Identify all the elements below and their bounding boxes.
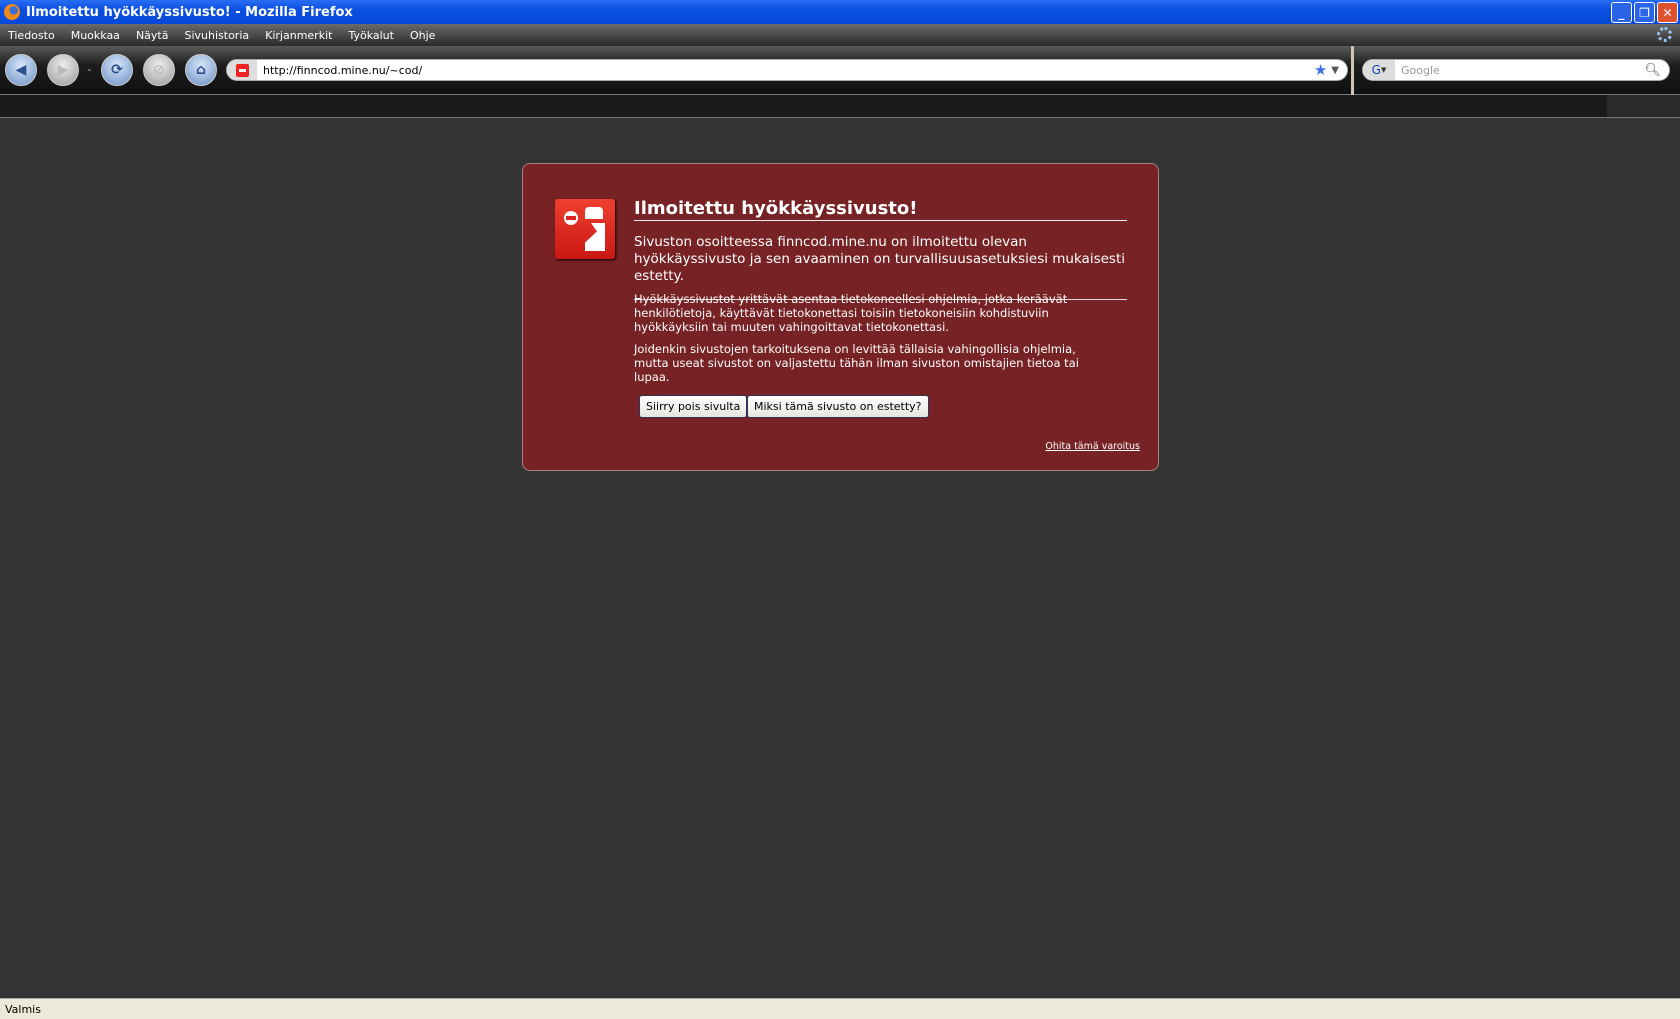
search-input[interactable]: Google: [1401, 64, 1644, 77]
url-bar[interactable]: http://finncod.mine.nu/~cod/ ★ ▼: [226, 59, 1348, 81]
toolbar-splitter[interactable]: [1351, 46, 1354, 95]
minimize-button[interactable]: _: [1611, 2, 1632, 23]
site-identity-icon[interactable]: [227, 60, 257, 80]
blocked-site-icon: [555, 199, 615, 259]
warning-title: Ilmoitettu hyökkäyssivusto!: [634, 198, 1127, 221]
menu-bookmarks[interactable]: Kirjanmerkit: [265, 29, 332, 42]
firefox-icon: [4, 4, 20, 20]
menu-tools[interactable]: Työkalut: [348, 29, 394, 42]
warning-paragraph-2: Joidenkin sivustojen tarkoituksena on le…: [634, 342, 1079, 384]
attack-site-warning: Ilmoitettu hyökkäyssivusto! Sivuston oso…: [522, 163, 1159, 471]
stop-button[interactable]: ⊘: [143, 54, 175, 86]
why-blocked-button[interactable]: Miksi tämä sivusto on estetty?: [747, 395, 929, 418]
home-button[interactable]: ⌂: [185, 54, 217, 86]
status-bar: Valmis: [0, 998, 1680, 1019]
status-text: Valmis: [5, 1003, 41, 1016]
forward-button[interactable]: ▶: [47, 54, 79, 86]
title-bar: Ilmoitettu hyökkäyssivusto! - Mozilla Fi…: [0, 0, 1680, 24]
warning-paragraph-1: Hyökkäyssivustot yrittävät asentaa tieto…: [634, 292, 1068, 334]
menu-file[interactable]: Tiedosto: [8, 29, 55, 42]
history-dropdown-icon[interactable]: ⌄: [86, 64, 93, 73]
search-bar[interactable]: G ▼ Google 🔍︎: [1362, 59, 1670, 81]
ignore-warning-link[interactable]: Ohita tämä varoitus: [1045, 441, 1140, 452]
url-input[interactable]: http://finncod.mine.nu/~cod/: [263, 64, 1314, 77]
menu-edit[interactable]: Muokkaa: [71, 29, 120, 42]
menu-bar: Tiedosto Muokkaa Näytä Sivuhistoria Kirj…: [0, 24, 1680, 46]
throbber-icon: [1657, 27, 1672, 42]
reload-button[interactable]: ⟳: [101, 54, 133, 86]
back-button[interactable]: ◀: [5, 54, 37, 86]
close-button[interactable]: ✕: [1657, 2, 1678, 23]
menu-history[interactable]: Sivuhistoria: [184, 29, 249, 42]
bookmark-star-icon[interactable]: ★: [1314, 61, 1327, 79]
warning-intro: Sivuston osoitteessa finncod.mine.nu on …: [634, 234, 1127, 300]
restore-button[interactable]: ❐: [1634, 2, 1655, 23]
bookmarks-toolbar: [0, 95, 1680, 118]
url-dropdown-icon[interactable]: ▼: [1331, 65, 1339, 76]
get-me-out-button[interactable]: Siirry pois sivulta: [639, 395, 748, 418]
navigation-toolbar: ◀ ▶ ⌄ ⟳ ⊘ ⌂ http://finncod.mine.nu/~cod/…: [0, 46, 1680, 95]
search-engine-icon[interactable]: G ▼: [1363, 60, 1395, 80]
menu-help[interactable]: Ohje: [410, 29, 435, 42]
search-icon[interactable]: 🔍︎: [1644, 63, 1661, 78]
window-title: Ilmoitettu hyökkäyssivusto! - Mozilla Fi…: [26, 4, 353, 20]
menu-view[interactable]: Näytä: [136, 29, 169, 42]
